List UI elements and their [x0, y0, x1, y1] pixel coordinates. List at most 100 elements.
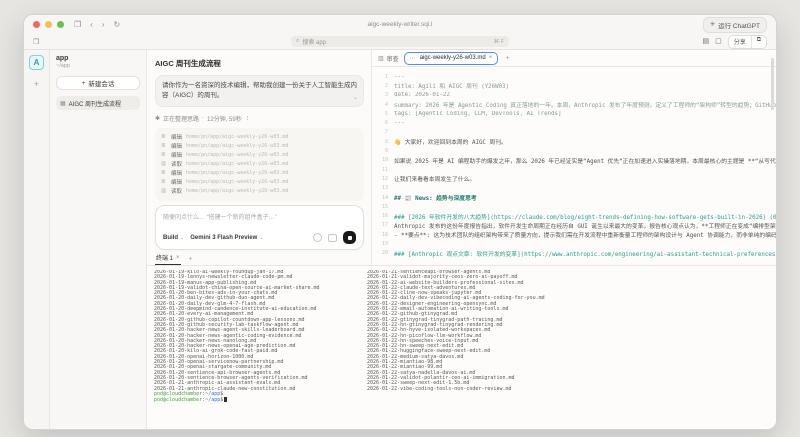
user-message: 请你作为一名资深的技术编辑，帮助我创建一份关于人工智能生成内容（AIGC）的周刊… — [155, 75, 364, 107]
open-chatgpt-button[interactable]: ✳ 运行 ChatGPT — [703, 16, 767, 33]
editor-line: 18 - **要点**: 这为技术团队的组织架构带来了质量方向，提示我们需在开发… — [376, 230, 776, 240]
close-window-button[interactable] — [33, 21, 40, 28]
search-placeholder: 搜索 app — [302, 40, 327, 46]
close-icon[interactable]: × — [176, 255, 180, 261]
operation-row[interactable]: ≣ 编辑 home/pn/app/aigc-weekly-y26-w03.md — [161, 178, 358, 187]
line-number: 9 — [384, 148, 388, 155]
editor-line: 10 如果说 2025 年是 AI 编程助手的爆发之年，那么 2026 年已经证… — [376, 156, 776, 165]
search-input[interactable]: ⌕ 搜索 app ⌘ F — [291, 36, 509, 47]
editor-line: 20 ### [Anthropic 观点文章: 软件开发的变革](https:/… — [376, 249, 776, 258]
grid-icon: ▦ — [60, 100, 66, 107]
minimize-window-button[interactable] — [45, 21, 52, 28]
spinner-icon: ✱ — [155, 115, 161, 122]
session-label: AIGC 周刊生成流程 — [68, 101, 122, 108]
review-button[interactable]: ▥ 审查 — [378, 54, 399, 63]
close-icon[interactable]: × — [489, 55, 493, 61]
status-label: 正在整理思路 — [163, 116, 200, 123]
app-window-icon[interactable]: ❐ — [33, 38, 39, 46]
line-number: 2 — [384, 82, 388, 89]
line-text: --- — [394, 120, 405, 127]
share-button[interactable]: 分享 — [729, 36, 751, 48]
line-number: 20 — [381, 250, 388, 257]
terminal-tabbar: 终端 1 × + — [155, 250, 364, 265]
zoom-window-button[interactable] — [57, 21, 64, 28]
editor-content[interactable]: 1 --- 2 title: Agili 和 AIGC 周刊 (Y26W03) … — [372, 67, 776, 265]
voice-icon[interactable] — [313, 233, 322, 242]
stop-button[interactable] — [343, 231, 356, 244]
new-terminal-button[interactable]: + — [189, 256, 193, 265]
sidebar-item-session[interactable]: ▦ AIGC 周刊生成流程 — [56, 96, 140, 110]
new-session-button[interactable]: + 新建会话 — [56, 76, 140, 90]
terminal-panel[interactable]: 2026-01-19-kilo-ai-weekly-roundup-jan-17… — [147, 265, 776, 429]
tab-terminal-1[interactable]: 终端 1 × — [155, 253, 181, 265]
model-selector[interactable]: Gemini 3 Flash Preview ⌄ — [190, 235, 263, 241]
editor-line: 3 date: 2026-01-22 — [376, 91, 776, 100]
chatgpt-logo-icon: ✳ — [710, 22, 716, 28]
forward-icon[interactable]: › — [102, 20, 105, 29]
device-preview-icon[interactable]: ▢ — [715, 38, 722, 45]
operation-action: 编辑 — [171, 144, 183, 150]
line-text: title: Agili 和 AIGC 周刊 (Y26W03) — [394, 84, 510, 91]
app-path: ~/app — [56, 63, 70, 69]
back-icon[interactable]: ‹ — [90, 20, 93, 29]
line-text: - **要点**: 这为技术团队的组织架构带来了质量方向，提示我们需在开发流程中… — [394, 233, 776, 240]
operation-action: 读取 — [171, 189, 183, 195]
line-text: tags: [Agentic Coding, LLM, DevTools, AI… — [394, 110, 562, 117]
operation-row[interactable]: ≣ 编辑 home/pn/app/aigc-weekly-y26-w03.md — [161, 142, 358, 151]
editor-line: 1 --- — [376, 72, 776, 81]
line-number: 1 — [384, 73, 388, 80]
composer[interactable]: 随便问点什么… “搭建一个新的组件盒子…” Build ⌄ Gemini 3 Fl… — [155, 205, 364, 250]
editor-line: 17 Anthropic 发布的这份年度报告指出，软件开发生命周期正在经历自 G… — [376, 221, 776, 230]
line-number: 11 — [381, 166, 388, 173]
line-text: summary: 2026 年是 Agentic Coding 真正落地的一年。… — [394, 103, 776, 110]
chevron-down-icon[interactable]: ⌄ — [353, 94, 358, 103]
tab-filename: aigc-weekly-y26-w03.md — [419, 55, 486, 61]
operation-row[interactable]: ▥ 读取 home/pn/app/aigc-weekly-y26-w03.md — [161, 187, 358, 196]
tab-menu-icon[interactable]: ⋯ — [410, 55, 417, 62]
line-number: 18 — [381, 231, 388, 238]
titlebar: ❒ ‹ › ↻ aigc-weekly-writer.sqi.l ✳ 运行 Ch… — [24, 15, 776, 34]
operation-path: home/pn/app/aigc-weekly-y26-w03.md — [186, 152, 289, 158]
editor-line: 6 --- — [376, 118, 776, 127]
operation-row[interactable]: ≣ 编辑 home/pn/app/aigc-weekly-y26-w03.md — [161, 169, 358, 178]
editor-scrollbar[interactable] — [771, 58, 774, 110]
tab-markdown-file[interactable]: ⋯ aigc-weekly-y26-w03.md × — [403, 51, 499, 65]
attach-image-icon[interactable] — [328, 233, 337, 242]
sidebar-toggle-icon[interactable]: ❒ — [74, 20, 81, 29]
terminal-cursor — [224, 397, 228, 403]
editor-line: 16 ### [2026 年软件开发的八大趋势](https://claude.… — [376, 211, 776, 221]
line-number: 16 — [381, 213, 388, 220]
app-window: ❒ ‹ › ↻ aigc-weekly-writer.sqi.l ✳ 运行 Ch… — [23, 14, 777, 430]
duplicate-icon[interactable]: ⧉ — [750, 35, 766, 48]
columns-icon: ▥ — [378, 55, 384, 62]
workspace-rail: A + — [24, 50, 50, 429]
operation-row[interactable]: ≣ 编辑 home/pn/app/aigc-weekly-y26-w03.md — [161, 151, 358, 160]
editor-line: 7 — [376, 128, 776, 137]
operation-row[interactable]: ≣ 编辑 home/pn/app/aigc-weekly-y26-w03.md — [161, 133, 358, 142]
operations-card: ≣ 编辑 home/pn/app/aigc-weekly-y26-w03.md … — [155, 127, 364, 201]
file-operation-icon: ≣ — [161, 152, 166, 158]
workspace-avatar[interactable]: A — [29, 55, 44, 70]
kebab-icon[interactable]: ⁝ — [247, 115, 249, 122]
add-workspace-button[interactable]: + — [34, 79, 39, 89]
reader-view-icon[interactable]: ▤ — [702, 38, 709, 45]
reload-icon[interactable]: ↻ — [114, 20, 121, 29]
editor-line: 2 title: Agili 和 AIGC 周刊 (Y26W03) — [376, 81, 776, 91]
line-number: 15 — [381, 203, 388, 210]
line-text: ### [2026 年软件开发的八大趋势](https://claude.com… — [394, 214, 776, 221]
operation-row[interactable]: ▥ 读取 home/pn/app/aigc-weekly-y26-w03.md — [161, 160, 358, 169]
line-number: 12 — [381, 175, 388, 182]
line-number: 5 — [384, 110, 388, 117]
traffic-lights — [33, 21, 64, 28]
line-text: date: 2026-01-22 — [394, 92, 450, 99]
terminal-prompt-active[interactable]: pod@cloudchamber:~/app$ — [154, 397, 367, 404]
file-operation-icon: ▥ — [161, 161, 167, 167]
status-duration: 12分钟, 59秒 — [207, 116, 242, 123]
line-text: --- — [394, 73, 405, 80]
mode-selector[interactable]: Build ⌄ — [163, 235, 184, 241]
editor-panel: ▥ 审查 ⋯ aigc-weekly-y26-w03.md × + 1 --- … — [372, 50, 776, 265]
new-tab-button[interactable]: + — [505, 55, 509, 62]
toolbar: ❐ ⌕ 搜索 app ⌘ F ▤ ▢ 分享 ⧉ — [24, 34, 776, 50]
editor-line: 12 让我们来看看本周发生了什么。 — [376, 174, 776, 184]
operation-action: 编辑 — [171, 171, 183, 177]
